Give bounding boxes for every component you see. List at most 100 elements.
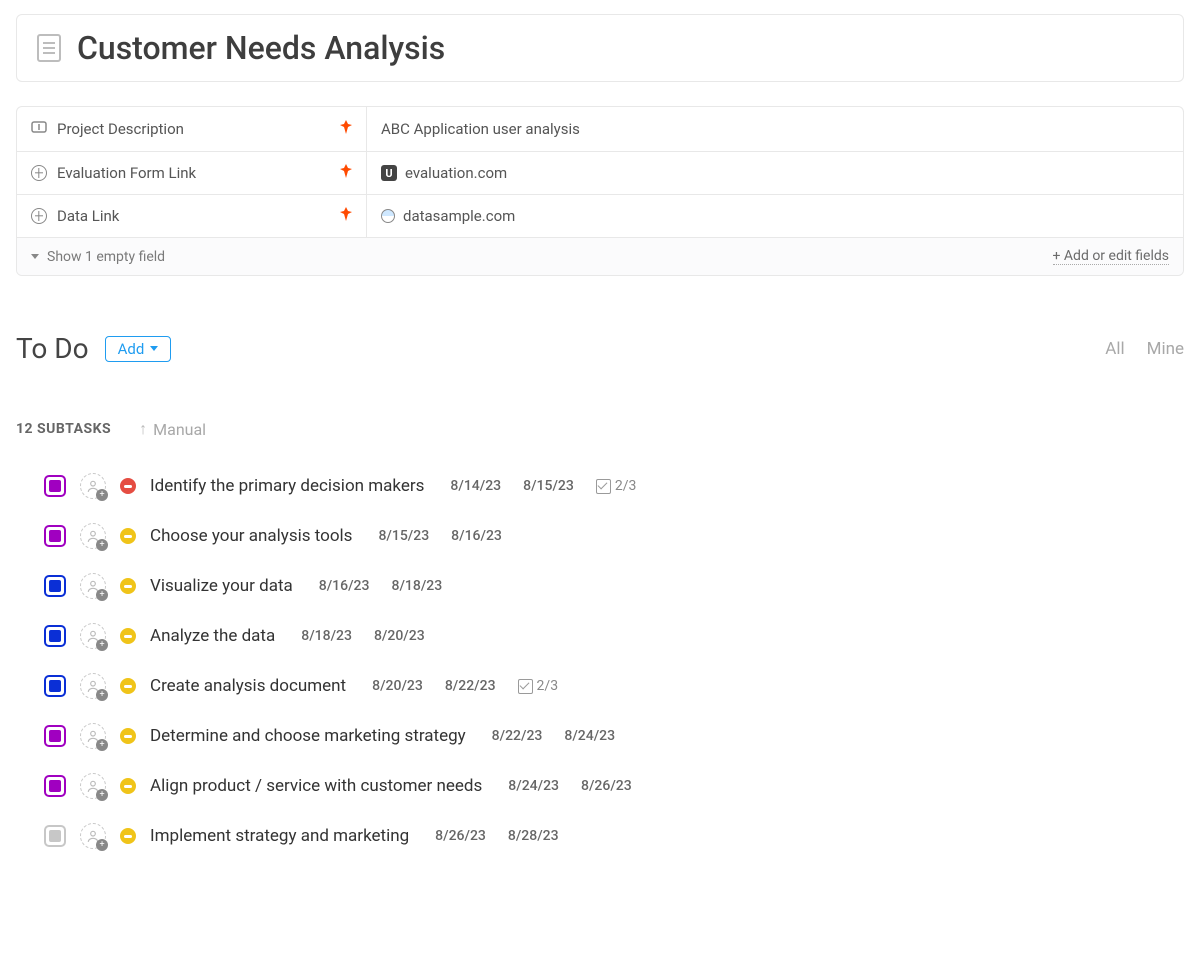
filter-tabs: All Mine [1105, 339, 1184, 359]
subtasks-count: 12 SUBTASKS [16, 421, 111, 437]
subtask-row[interactable]: + Analyze the data 8/18/23 8/20/23 [44, 623, 1184, 649]
show-empty-fields-toggle[interactable]: Show 1 empty field [47, 249, 165, 265]
subtask-row[interactable]: + Choose your analysis tools 8/15/23 8/16/2… [44, 523, 1184, 549]
add-edit-fields-button[interactable]: + Add or edit fields [1053, 248, 1170, 265]
subtask-title[interactable]: Choose your analysis tools [150, 526, 352, 546]
start-date[interactable]: 8/20/23 [372, 678, 423, 694]
subtask-title[interactable]: Analyze the data [150, 626, 275, 646]
assignee-add-button[interactable]: + [80, 473, 106, 499]
globe-favicon-icon [381, 209, 395, 223]
add-button-label: Add [118, 340, 145, 358]
checklist-counter[interactable]: 2/3 [596, 478, 637, 494]
subtask-title[interactable]: Determine and choose marketing strategy [150, 726, 466, 746]
plus-icon: + [96, 489, 108, 501]
plus-icon: + [96, 839, 108, 851]
field-label: Project Description [57, 120, 184, 138]
checklist-count: 2/3 [537, 678, 559, 694]
end-date[interactable]: 8/28/23 [508, 828, 559, 844]
field-value: evaluation.com [405, 164, 507, 182]
plus-icon: + [96, 589, 108, 601]
field-value-cell[interactable]: datasample.com [367, 195, 1183, 237]
sort-label: Manual [153, 420, 206, 439]
checklist-icon [518, 679, 533, 694]
subtask-row[interactable]: + Determine and choose marketing strategy… [44, 723, 1184, 749]
subtask-row[interactable]: + Implement strategy and marketing 8/26/23… [44, 823, 1184, 849]
end-date[interactable]: 8/26/23 [581, 778, 632, 794]
priority-urgent-icon[interactable] [120, 478, 136, 494]
start-date[interactable]: 8/26/23 [435, 828, 486, 844]
field-label-cell[interactable]: Project Description [17, 107, 367, 151]
field-label: Data Link [57, 207, 119, 225]
subtask-row[interactable]: + Visualize your data 8/16/23 8/18/23 [44, 573, 1184, 599]
status-checkbox[interactable] [44, 525, 66, 547]
pin-icon[interactable] [340, 207, 352, 225]
assignee-add-button[interactable]: + [80, 823, 106, 849]
start-date[interactable]: 8/15/23 [378, 528, 429, 544]
checklist-counter[interactable]: 2/3 [518, 678, 559, 694]
field-label-cell[interactable]: Evaluation Form Link [17, 152, 367, 194]
start-date[interactable]: 8/16/23 [319, 578, 370, 594]
field-label-cell[interactable]: Data Link [17, 195, 367, 237]
field-row: Project Description ABC Application user … [17, 107, 1183, 151]
subtask-title[interactable]: Visualize your data [150, 576, 293, 596]
subtask-title[interactable]: Align product / service with customer ne… [150, 776, 482, 796]
field-row: Data Link datasample.com [17, 194, 1183, 237]
url-favicon-icon: U [381, 165, 397, 181]
fields-footer: Show 1 empty field + Add or edit fields [17, 237, 1183, 275]
filter-all[interactable]: All [1105, 339, 1124, 359]
priority-normal-icon[interactable] [120, 678, 136, 694]
end-date[interactable]: 8/16/23 [451, 528, 502, 544]
start-date[interactable]: 8/22/23 [492, 728, 543, 744]
field-value-cell[interactable]: Uevaluation.com [367, 152, 1183, 194]
document-icon [37, 34, 61, 62]
status-checkbox[interactable] [44, 725, 66, 747]
chevron-down-icon [150, 346, 158, 351]
subtasks-list: + Identify the primary decision makers 8/1… [16, 473, 1184, 849]
priority-normal-icon[interactable] [120, 528, 136, 544]
end-date[interactable]: 8/18/23 [391, 578, 442, 594]
subtask-row[interactable]: + Create analysis document 8/20/23 8/22/23 2… [44, 673, 1184, 699]
field-row: Evaluation Form LinkUevaluation.com [17, 151, 1183, 194]
start-date[interactable]: 8/18/23 [301, 628, 352, 644]
subtask-title[interactable]: Create analysis document [150, 676, 346, 696]
text-field-icon [31, 119, 47, 139]
field-value: ABC Application user analysis [381, 120, 580, 138]
pin-icon[interactable] [340, 120, 352, 138]
subtask-row[interactable]: + Align product / service with customer n… [44, 773, 1184, 799]
priority-normal-icon[interactable] [120, 628, 136, 644]
end-date[interactable]: 8/24/23 [564, 728, 615, 744]
status-checkbox[interactable] [44, 775, 66, 797]
priority-normal-icon[interactable] [120, 578, 136, 594]
subtask-title[interactable]: Identify the primary decision makers [150, 476, 424, 496]
chevron-down-icon[interactable] [31, 254, 39, 259]
priority-normal-icon[interactable] [120, 728, 136, 744]
plus-icon: + [96, 739, 108, 751]
subtask-row[interactable]: + Identify the primary decision makers 8/1… [44, 473, 1184, 499]
assignee-add-button[interactable]: + [80, 773, 106, 799]
sort-control[interactable]: ↑ Manual [139, 419, 206, 439]
status-checkbox[interactable] [44, 625, 66, 647]
status-checkbox[interactable] [44, 475, 66, 497]
end-date[interactable]: 8/22/23 [445, 678, 496, 694]
status-checkbox[interactable] [44, 825, 66, 847]
end-date[interactable]: 8/15/23 [523, 478, 574, 494]
status-checkbox[interactable] [44, 575, 66, 597]
subtasks-meta: 12 SUBTASKS ↑ Manual [16, 419, 1184, 439]
assignee-add-button[interactable]: + [80, 673, 106, 699]
assignee-add-button[interactable]: + [80, 573, 106, 599]
assignee-add-button[interactable]: + [80, 723, 106, 749]
start-date[interactable]: 8/24/23 [508, 778, 559, 794]
pin-icon[interactable] [340, 164, 352, 182]
field-value-cell[interactable]: ABC Application user analysis [367, 107, 1183, 151]
assignee-add-button[interactable]: + [80, 623, 106, 649]
start-date[interactable]: 8/14/23 [450, 478, 501, 494]
priority-normal-icon[interactable] [120, 778, 136, 794]
assignee-add-button[interactable]: + [80, 523, 106, 549]
filter-mine[interactable]: Mine [1147, 339, 1184, 359]
add-button[interactable]: Add [105, 336, 172, 362]
custom-fields-panel: Project Description ABC Application user … [16, 106, 1184, 276]
status-checkbox[interactable] [44, 675, 66, 697]
subtask-title[interactable]: Implement strategy and marketing [150, 826, 409, 846]
priority-normal-icon[interactable] [120, 828, 136, 844]
end-date[interactable]: 8/20/23 [374, 628, 425, 644]
